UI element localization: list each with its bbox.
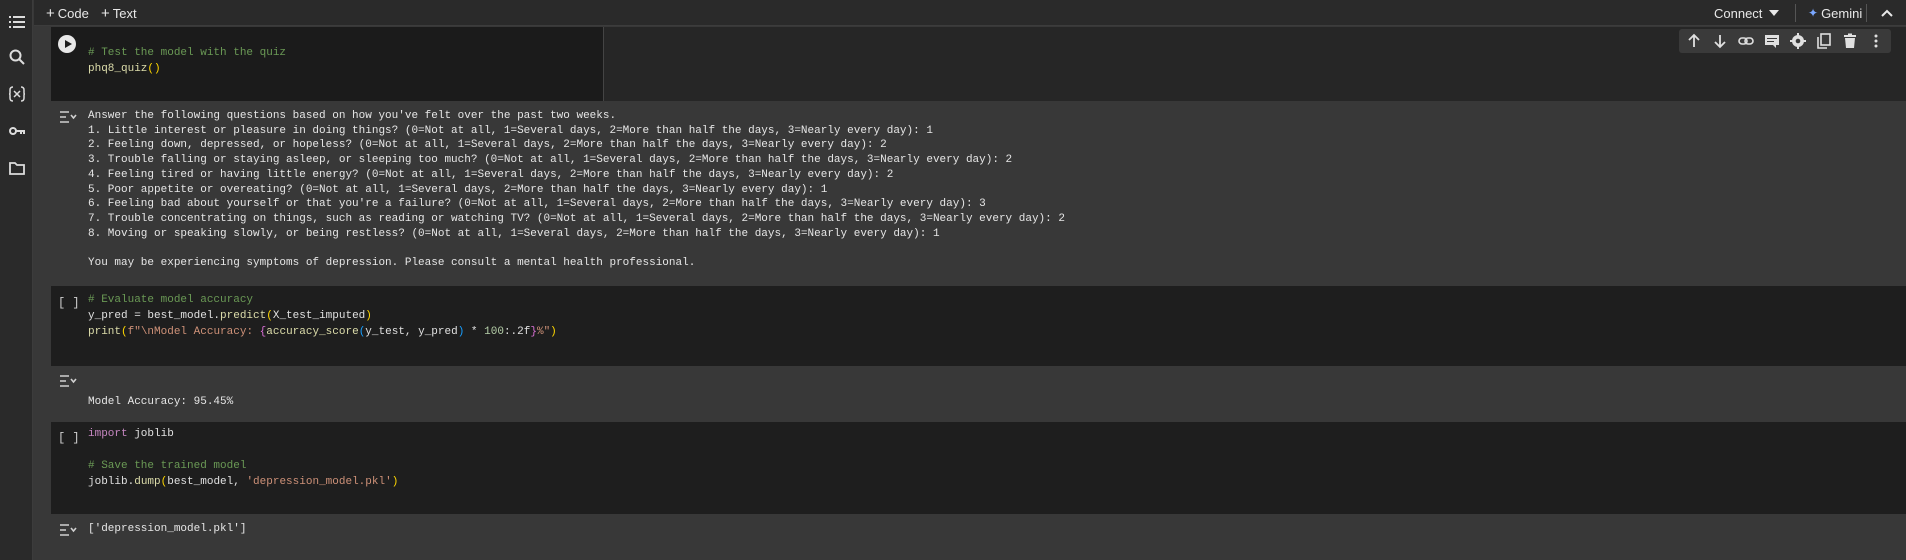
output-line: Answer the following questions based on …: [88, 110, 617, 122]
plus-icon: +: [101, 4, 110, 22]
collapse-header-button[interactable]: [1881, 0, 1893, 26]
output-collapse-icon[interactable]: [59, 523, 77, 537]
output-line: 2. Feeling down, depressed, or hopeless?…: [88, 139, 887, 152]
output-line: ['depression_model.pkl']: [88, 523, 247, 535]
run-cell-button[interactable]: [58, 35, 76, 53]
add-text-button[interactable]: + Text: [101, 0, 137, 26]
output-line: 1. Little interest or pleasure in doing …: [88, 124, 933, 137]
output-line: 3. Trouble falling or staying asleep, or…: [88, 154, 1013, 167]
gemini-button[interactable]: ✦ Gemini: [1808, 0, 1862, 26]
arrow-down-icon[interactable]: [1709, 30, 1731, 52]
connect-button[interactable]: Connect: [1714, 0, 1762, 26]
code-line: # Save the trained model: [88, 460, 247, 472]
execution-count[interactable]: [ ]: [58, 296, 80, 310]
add-text-label: Text: [112, 5, 137, 21]
search-icon[interactable]: [4, 44, 30, 70]
output-line: 7. Trouble concentrating on things, such…: [88, 212, 1065, 225]
notebook-toolbar: + Code + Text Connect ✦ Gemini: [34, 0, 1906, 26]
left-sidebar: [0, 0, 33, 560]
code-line: print(f"\nModel Accuracy: {accuracy_scor…: [88, 326, 557, 338]
output-line: 4. Feeling tired or having little energy…: [88, 168, 894, 181]
output-line: 5. Poor appetite or overeating? (0=Not a…: [88, 183, 828, 196]
code-line: # Test the model with the quiz: [88, 47, 287, 59]
connect-dropdown[interactable]: [1769, 0, 1779, 26]
more-icon[interactable]: [1865, 30, 1887, 52]
plus-icon: +: [46, 4, 55, 22]
code-block[interactable]: # Evaluate model accuracy y_pred = best_…: [88, 292, 557, 340]
output-line: You may be experiencing symptoms of depr…: [88, 257, 696, 270]
cell-output: [51, 366, 1906, 420]
output-text: Model Accuracy: 95.45%: [88, 380, 233, 409]
code-block[interactable]: import joblib # Save the trained model j…: [88, 426, 398, 490]
gear-icon[interactable]: [1787, 30, 1809, 52]
toc-icon[interactable]: [4, 9, 30, 35]
code-line: y_pred = best_model.predict(X_test_imput…: [88, 310, 372, 322]
cell-toolbar: [1679, 29, 1891, 53]
output-collapse-icon[interactable]: [59, 110, 77, 124]
code-line: phq8_quiz(): [88, 63, 161, 75]
add-code-button[interactable]: + Code: [46, 0, 89, 26]
code-block[interactable]: # Test the model with the quiz phq8_quiz…: [88, 45, 286, 77]
code-line: import joblib: [88, 428, 174, 440]
folder-icon[interactable]: [4, 155, 30, 181]
gemini-sparkle-icon: ✦: [1808, 6, 1819, 20]
output-line: Model Accuracy: 95.45%: [88, 395, 234, 408]
execution-count[interactable]: [ ]: [58, 431, 80, 445]
output-line: 8. Moving or speaking slowly, or being r…: [88, 227, 940, 240]
trash-icon[interactable]: [1839, 30, 1861, 52]
chevron-down-icon: [1769, 10, 1779, 16]
cell-output: [51, 514, 1906, 560]
link-icon[interactable]: [1735, 30, 1757, 52]
key-icon[interactable]: [4, 118, 30, 144]
code-line: joblib.dump(best_model, 'depression_mode…: [88, 476, 399, 488]
mirror-cell-icon[interactable]: [1813, 30, 1835, 52]
comment-icon[interactable]: [1761, 30, 1783, 52]
divider: [1795, 4, 1796, 22]
divider: [1866, 4, 1867, 22]
output-text: Answer the following questions based on …: [88, 109, 1065, 271]
connect-label: Connect: [1714, 5, 1763, 21]
arrow-up-icon[interactable]: [1683, 30, 1705, 52]
code-line: # Evaluate model accuracy: [88, 294, 254, 306]
add-code-label: Code: [57, 5, 89, 21]
output-line: 6. Feeling bad about yourself or that yo…: [88, 198, 986, 211]
gemini-label: Gemini: [1821, 5, 1863, 21]
variables-icon[interactable]: [4, 81, 30, 107]
output-collapse-icon[interactable]: [59, 374, 77, 388]
output-text: ['depression_model.pkl']: [88, 522, 246, 537]
chevron-up-icon: [1881, 9, 1893, 17]
